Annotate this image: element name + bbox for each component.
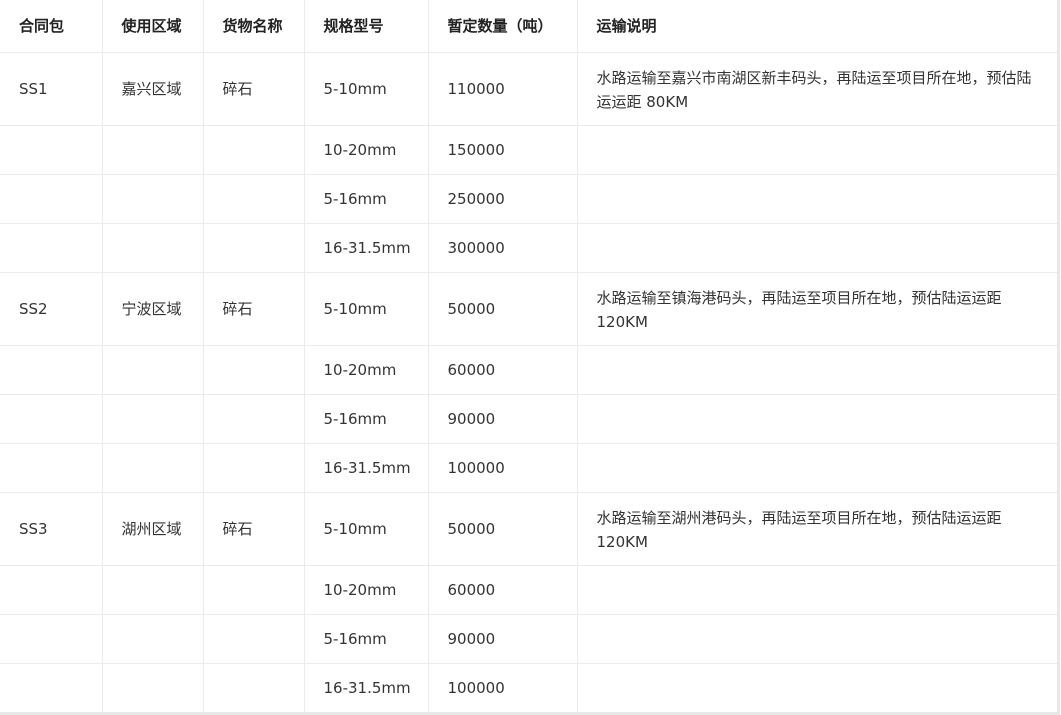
table-row: 16-31.5mm 100000 — [0, 443, 1057, 493]
table-row: SS3 湖州区域 碎石 5-10mm 50000 水路运输至湖州港码头，再陆运至… — [0, 492, 1057, 566]
cell-usage-region: 湖州区域 — [102, 492, 204, 566]
header-quantity: 暂定数量（吨） — [428, 0, 578, 53]
cell-quantity: 60000 — [428, 565, 578, 615]
cell-contract-package: SS2 — [0, 272, 103, 346]
cell-contract-package — [0, 614, 103, 664]
cell-specification: 10-20mm — [304, 125, 429, 175]
cell-goods-name: 碎石 — [203, 52, 305, 126]
cell-specification: 5-10mm — [304, 272, 429, 346]
cell-specification: 16-31.5mm — [304, 663, 429, 712]
cell-contract-package: SS1 — [0, 52, 103, 126]
cell-usage-region — [102, 565, 204, 615]
cell-contract-package — [0, 565, 103, 615]
cell-transport-note — [577, 345, 1057, 395]
table-row: 10-20mm 60000 — [0, 345, 1057, 395]
cell-transport-note — [577, 565, 1057, 615]
cell-quantity: 100000 — [428, 443, 578, 493]
cell-quantity: 50000 — [428, 272, 578, 346]
cell-quantity: 60000 — [428, 345, 578, 395]
cell-contract-package — [0, 223, 103, 273]
cell-usage-region — [102, 174, 204, 224]
header-goods-name: 货物名称 — [203, 0, 305, 53]
table-container: 合同包 使用区域 货物名称 规格型号 暂定数量（吨） 运输说明 SS1 嘉兴区域… — [0, 0, 1060, 715]
cell-transport-note — [577, 174, 1057, 224]
cell-goods-name — [203, 663, 305, 712]
cell-goods-name: 碎石 — [203, 492, 305, 566]
cell-goods-name — [203, 614, 305, 664]
cell-usage-region: 嘉兴区域 — [102, 52, 204, 126]
cell-goods-name — [203, 223, 305, 273]
cell-specification: 16-31.5mm — [304, 443, 429, 493]
table-row: 5-16mm 250000 — [0, 174, 1057, 224]
cell-specification: 5-16mm — [304, 394, 429, 444]
table-row: 5-16mm 90000 — [0, 614, 1057, 664]
cell-usage-region — [102, 663, 204, 712]
cell-goods-name — [203, 443, 305, 493]
cell-contract-package — [0, 345, 103, 395]
header-transport-note: 运输说明 — [577, 0, 1057, 53]
cell-transport-note: 水路运输至镇海港码头，再陆运至项目所在地，预估陆运运距 120KM — [577, 272, 1057, 346]
header-contract-package: 合同包 — [0, 0, 103, 53]
cell-transport-note — [577, 614, 1057, 664]
cell-contract-package — [0, 443, 103, 493]
cell-usage-region — [102, 125, 204, 175]
cell-goods-name — [203, 345, 305, 395]
cell-transport-note — [577, 125, 1057, 175]
cell-usage-region — [102, 394, 204, 444]
cell-quantity: 110000 — [428, 52, 578, 126]
cell-quantity: 50000 — [428, 492, 578, 566]
cell-quantity: 90000 — [428, 394, 578, 444]
cell-contract-package — [0, 394, 103, 444]
cell-goods-name — [203, 394, 305, 444]
cell-contract-package — [0, 663, 103, 712]
cell-specification: 10-20mm — [304, 345, 429, 395]
cell-goods-name: 碎石 — [203, 272, 305, 346]
cell-specification: 5-16mm — [304, 174, 429, 224]
cell-goods-name — [203, 565, 305, 615]
cell-specification: 16-31.5mm — [304, 223, 429, 273]
table-row: 5-16mm 90000 — [0, 394, 1057, 444]
cell-contract-package: SS3 — [0, 492, 103, 566]
table-row: 16-31.5mm 100000 — [0, 663, 1057, 712]
cell-contract-package — [0, 174, 103, 224]
cell-transport-note: 水路运输至湖州港码头，再陆运至项目所在地，预估陆运运距 120KM — [577, 492, 1057, 566]
cell-quantity: 90000 — [428, 614, 578, 664]
cell-quantity: 250000 — [428, 174, 578, 224]
cell-quantity: 300000 — [428, 223, 578, 273]
cell-transport-note: 水路运输至嘉兴市南湖区新丰码头，再陆运至项目所在地，预估陆运运距 80KM — [577, 52, 1057, 126]
cell-usage-region — [102, 443, 204, 493]
table-body: SS1 嘉兴区域 碎石 5-10mm 110000 水路运输至嘉兴市南湖区新丰码… — [0, 52, 1057, 712]
cell-usage-region — [102, 223, 204, 273]
cell-quantity: 100000 — [428, 663, 578, 712]
cell-specification: 5-10mm — [304, 492, 429, 566]
table-row: 16-31.5mm 300000 — [0, 223, 1057, 273]
cell-transport-note — [577, 663, 1057, 712]
header-usage-region: 使用区域 — [102, 0, 204, 53]
cell-goods-name — [203, 174, 305, 224]
cell-specification: 5-16mm — [304, 614, 429, 664]
table-row: 10-20mm 60000 — [0, 565, 1057, 615]
cell-usage-region — [102, 345, 204, 395]
cell-quantity: 150000 — [428, 125, 578, 175]
cell-transport-note — [577, 223, 1057, 273]
cell-goods-name — [203, 125, 305, 175]
cell-contract-package — [0, 125, 103, 175]
header-specification: 规格型号 — [304, 0, 429, 53]
header-row: 合同包 使用区域 货物名称 规格型号 暂定数量（吨） 运输说明 — [0, 0, 1057, 53]
table-header: 合同包 使用区域 货物名称 规格型号 暂定数量（吨） 运输说明 — [0, 0, 1057, 53]
procurement-table: 合同包 使用区域 货物名称 规格型号 暂定数量（吨） 运输说明 SS1 嘉兴区域… — [0, 0, 1057, 712]
cell-transport-note — [577, 443, 1057, 493]
table-row: SS2 宁波区域 碎石 5-10mm 50000 水路运输至镇海港码头，再陆运至… — [0, 272, 1057, 346]
cell-specification: 10-20mm — [304, 565, 429, 615]
table-row: 10-20mm 150000 — [0, 125, 1057, 175]
table-row: SS1 嘉兴区域 碎石 5-10mm 110000 水路运输至嘉兴市南湖区新丰码… — [0, 52, 1057, 126]
cell-transport-note — [577, 394, 1057, 444]
cell-usage-region — [102, 614, 204, 664]
cell-specification: 5-10mm — [304, 52, 429, 126]
cell-usage-region: 宁波区域 — [102, 272, 204, 346]
